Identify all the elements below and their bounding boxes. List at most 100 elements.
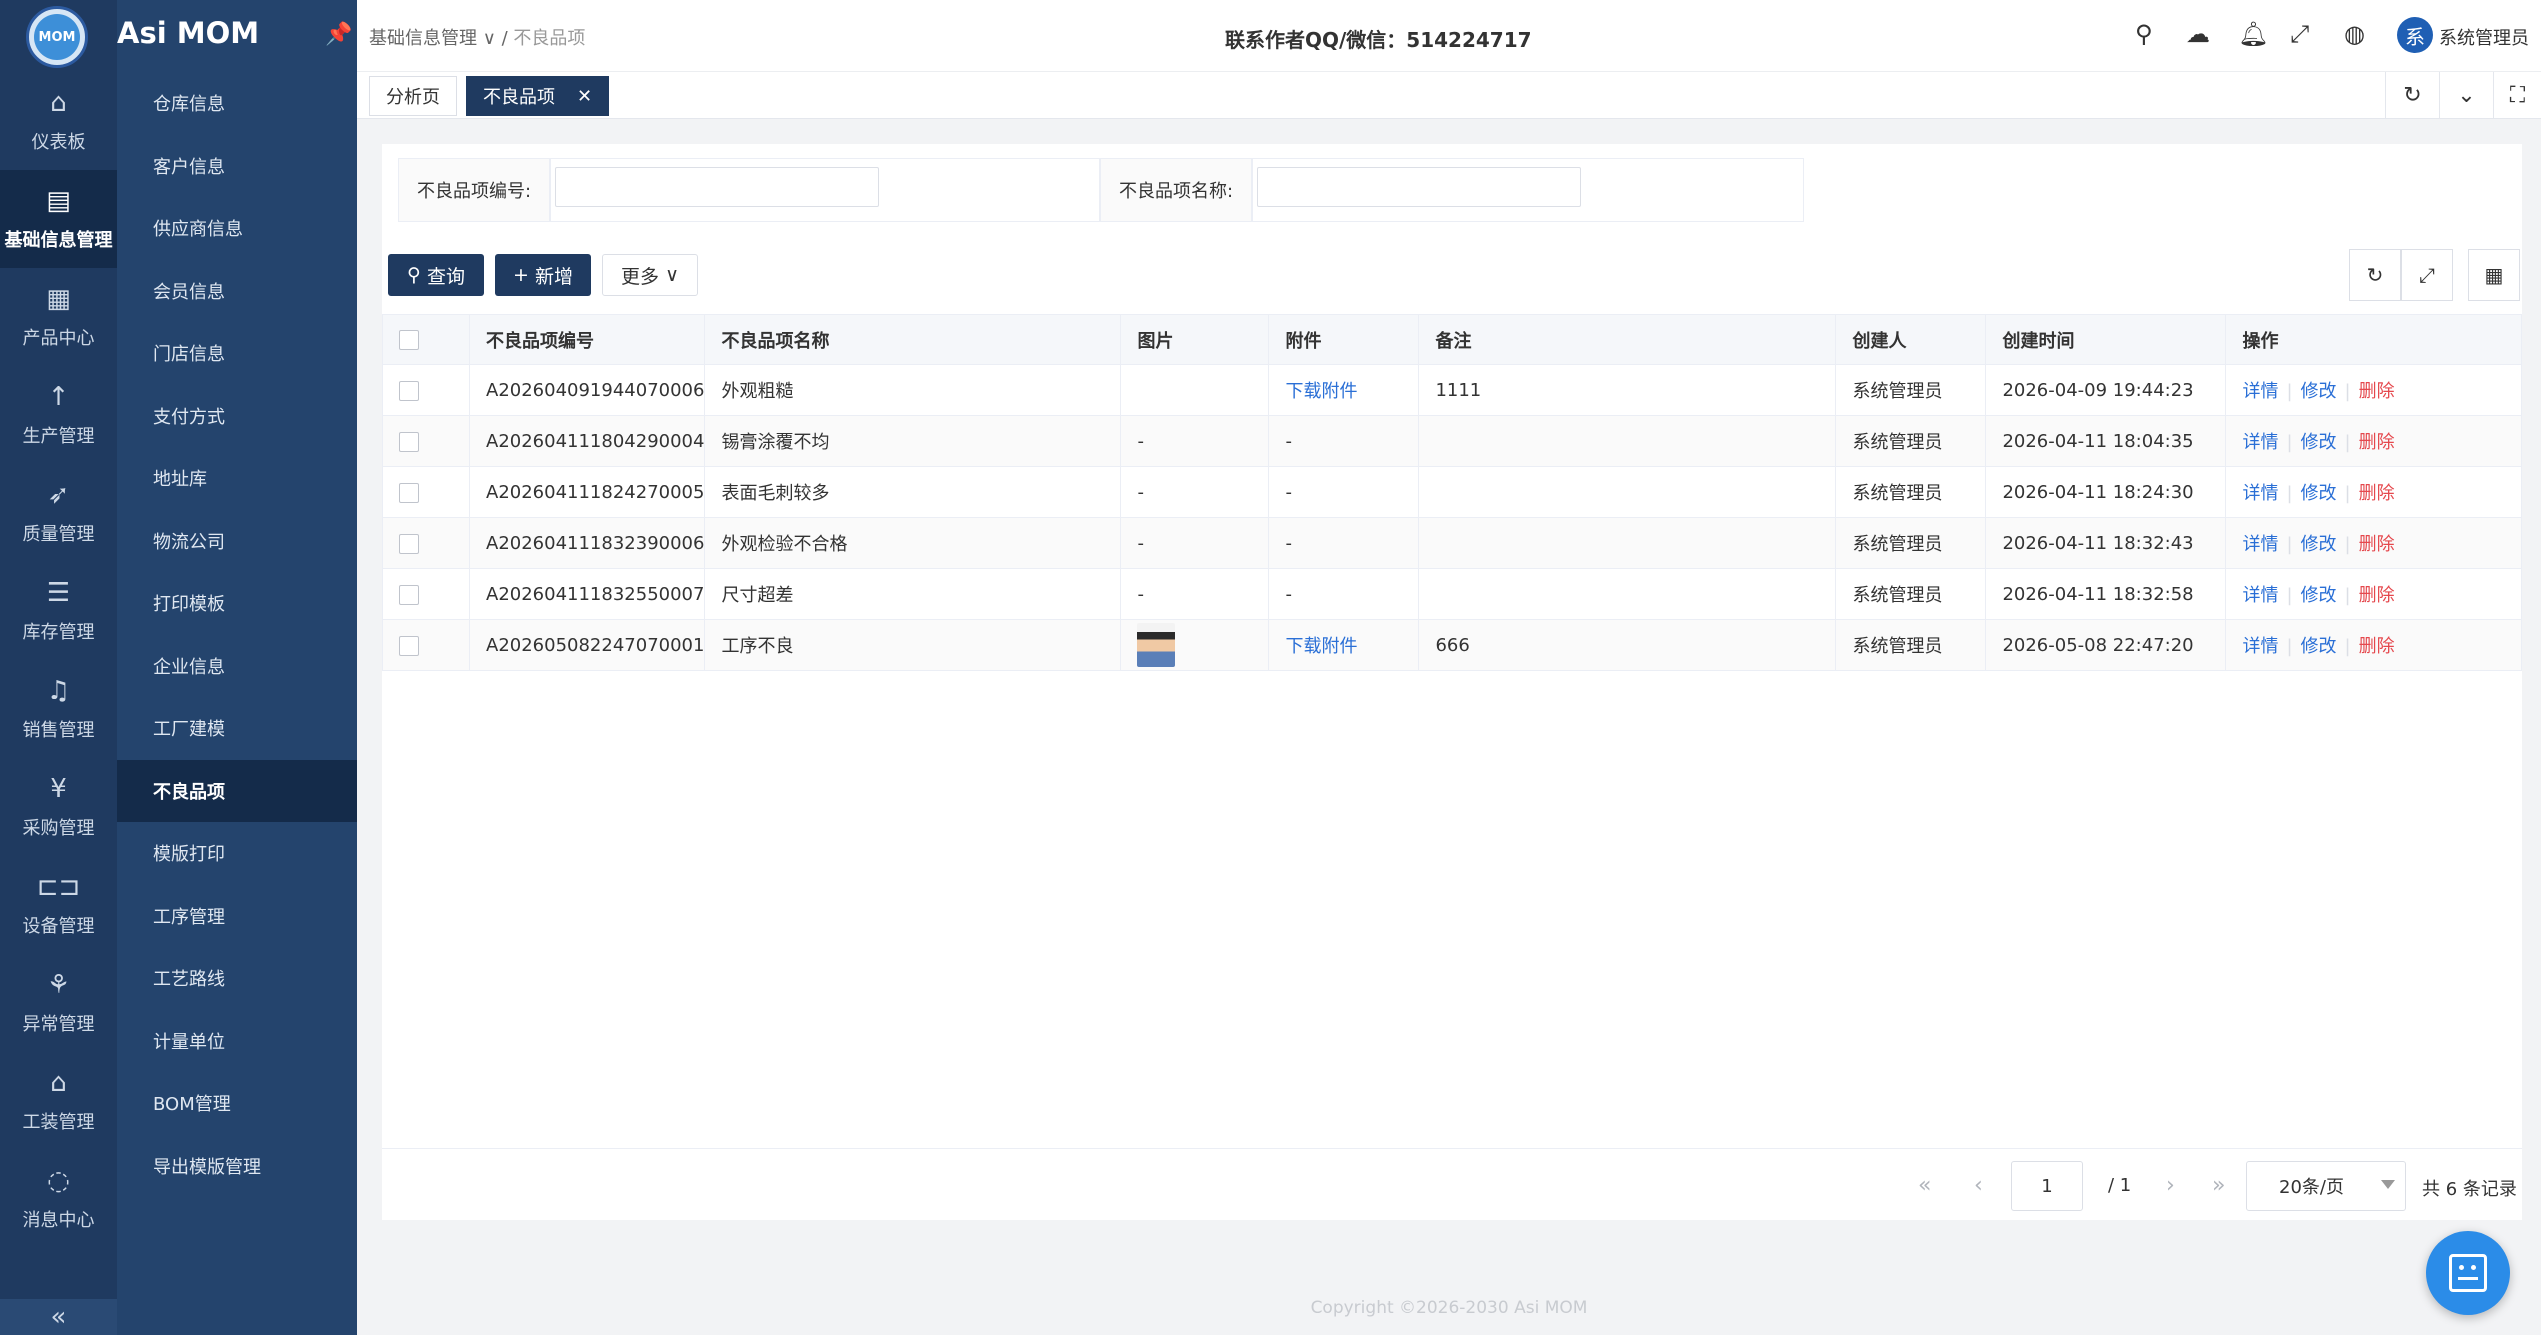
next-page-icon[interactable]: ›	[2166, 1173, 2175, 1198]
submenu-item[interactable]: 打印模板	[117, 572, 357, 634]
detail-link[interactable]: 详情	[2242, 585, 2278, 606]
submenu-item[interactable]: 支付方式	[117, 385, 357, 447]
row-select[interactable]	[382, 517, 470, 569]
first-page-icon[interactable]: «	[1918, 1173, 1931, 1198]
select-all-checkbox[interactable]	[382, 314, 470, 365]
submenu-item[interactable]: 工艺路线	[117, 947, 357, 1009]
checkbox[interactable]	[399, 635, 419, 656]
tab-analysis[interactable]: 分析页	[369, 76, 457, 116]
refresh-icon[interactable]: ↻	[2349, 249, 2401, 301]
delete-link[interactable]: 删除	[2359, 483, 2395, 504]
delete-link[interactable]: 删除	[2359, 432, 2395, 453]
submenu-item[interactable]: 计量单位	[117, 1010, 357, 1072]
edit-link[interactable]: 修改	[2301, 636, 2337, 657]
refresh-tab-icon[interactable]: ↻	[2385, 72, 2439, 119]
submenu-item[interactable]: BOM管理	[117, 1072, 357, 1134]
rail-item[interactable]: ♫ 销售管理	[0, 660, 117, 758]
expand-icon[interactable]: ⤢	[2401, 249, 2453, 301]
rail-item[interactable]: ▤ 基础信息管理	[0, 170, 117, 268]
rail-item[interactable]: ¥ 采购管理	[0, 758, 117, 856]
rail-item[interactable]: ⌂ 工装管理	[0, 1052, 117, 1150]
checkbox[interactable]	[399, 380, 419, 401]
edit-link[interactable]: 修改	[2301, 432, 2337, 453]
column-header[interactable]: 不良品项编号	[468, 314, 706, 365]
detail-link[interactable]: 详情	[2242, 534, 2278, 555]
row-select[interactable]	[382, 619, 470, 671]
edit-link[interactable]: 修改	[2301, 381, 2337, 402]
cell-attachment[interactable]: 下载附件	[1268, 364, 1420, 416]
fullscreen-icon[interactable]: ⤢	[2290, 20, 2309, 48]
rail-item[interactable]: ▦ 产品中心	[0, 268, 117, 366]
submenu-item[interactable]: 不良品项	[117, 759, 357, 822]
rail-item[interactable]: ⊏⊐ 设备管理	[0, 856, 117, 954]
table-row[interactable]: A202605082247070001 工序不良 下载附件 666 系统管理员 2026-…	[382, 619, 2522, 671]
submenu-item[interactable]: 工序管理	[117, 885, 357, 947]
pin-icon[interactable]: 📌	[325, 22, 352, 47]
table-row[interactable]: A202604111824270005 表面毛刺较多 - - 系统管理员 2026-04-…	[382, 466, 2522, 518]
maximize-icon[interactable]: ⛶	[2493, 72, 2541, 119]
rail-item[interactable]: ⌂ 仪表板	[0, 72, 117, 170]
more-button[interactable]: 更多 ∨	[602, 254, 698, 296]
defect-photo-thumbnail[interactable]	[1137, 623, 1176, 667]
rail-item[interactable]: ➶ 质量管理	[0, 464, 117, 562]
column-settings-icon[interactable]: ▦	[2468, 249, 2520, 301]
app-logo[interactable]: MOM	[26, 6, 88, 68]
column-header[interactable]: 创建时间	[1985, 314, 2227, 365]
checkbox[interactable]	[399, 431, 419, 452]
table-row[interactable]: A202604111832550007 尺寸超差 - - 系统管理员 2026-04-11…	[382, 568, 2522, 620]
add-button[interactable]: + 新增	[495, 254, 591, 296]
search-icon[interactable]: ⚲	[2135, 20, 2153, 48]
name-input[interactable]	[1257, 167, 1581, 207]
checkbox[interactable]	[399, 533, 419, 554]
last-page-icon[interactable]: »	[2212, 1173, 2225, 1198]
code-input[interactable]	[555, 167, 879, 207]
rail-item[interactable]: ◌ 消息中心	[0, 1150, 117, 1248]
user-name[interactable]: 系统管理员	[2439, 24, 2529, 50]
page-number-input[interactable]: 1	[2011, 1161, 2083, 1211]
row-select[interactable]	[382, 568, 470, 620]
edit-link[interactable]: 修改	[2301, 483, 2337, 504]
edit-link[interactable]: 修改	[2301, 534, 2337, 555]
table-row[interactable]: A202604111832390006 外观检验不合格 - - 系统管理员 2026-04…	[382, 517, 2522, 569]
checkbox[interactable]	[399, 330, 419, 350]
column-header[interactable]: 不良品项名称	[704, 314, 1122, 365]
rail-item[interactable]: ↑ 生产管理	[0, 366, 117, 464]
chevron-down-icon[interactable]: ⌄	[2439, 72, 2493, 119]
rail-item[interactable]: ☰ 库存管理	[0, 562, 117, 660]
submenu-item[interactable]: 会员信息	[117, 260, 357, 322]
delete-link[interactable]: 删除	[2359, 534, 2395, 555]
submenu-item[interactable]: 模版打印	[117, 822, 357, 884]
prev-page-icon[interactable]: ‹	[1974, 1173, 1983, 1198]
theme-palette-icon[interactable]: ◍	[2344, 20, 2365, 48]
column-header[interactable]: 创建人	[1835, 314, 1987, 365]
tab-defect-items[interactable]: 不良品项 ✕	[466, 76, 610, 116]
query-button[interactable]: ⚲ 查询	[388, 254, 484, 296]
detail-link[interactable]: 详情	[2242, 381, 2278, 402]
edit-link[interactable]: 修改	[2301, 585, 2337, 606]
avatar[interactable]: 系	[2397, 17, 2433, 53]
collapse-menu-icon[interactable]: «	[0, 1299, 117, 1335]
page-size-select[interactable]: 20条/页	[2246, 1161, 2406, 1211]
delete-link[interactable]: 删除	[2359, 381, 2395, 402]
submenu-item[interactable]: 门店信息	[117, 322, 357, 384]
column-header[interactable]: 图片	[1120, 314, 1270, 365]
submenu-item[interactable]: 仓库信息	[117, 72, 357, 134]
detail-link[interactable]: 详情	[2242, 483, 2278, 504]
rail-item[interactable]: ⚘ 异常管理	[0, 954, 117, 1052]
table-row[interactable]: A202604111804290004 锡膏涂覆不均 - - 系统管理员 2026-04-…	[382, 415, 2522, 467]
submenu-item[interactable]: 供应商信息	[117, 197, 357, 259]
cell-attachment[interactable]: 下载附件	[1268, 619, 1420, 671]
submenu-item[interactable]: 客户信息	[117, 135, 357, 197]
checkbox[interactable]	[399, 584, 419, 605]
bell-icon[interactable]: 🔔︎	[2238, 20, 2268, 48]
submenu-item[interactable]: 工厂建模	[117, 697, 357, 759]
table-row[interactable]: A202604091944070006 外观粗糙 下载附件 1111 系统管理员 2026…	[382, 364, 2522, 416]
submenu-item[interactable]: 导出模版管理	[117, 1135, 357, 1197]
submenu-item[interactable]: 地址库	[117, 447, 357, 509]
delete-link[interactable]: 删除	[2359, 585, 2395, 606]
row-select[interactable]	[382, 415, 470, 467]
column-header[interactable]: 附件	[1268, 314, 1420, 365]
delete-link[interactable]: 删除	[2359, 636, 2395, 657]
checkbox[interactable]	[399, 482, 419, 503]
submenu-item[interactable]: 物流公司	[117, 510, 357, 572]
